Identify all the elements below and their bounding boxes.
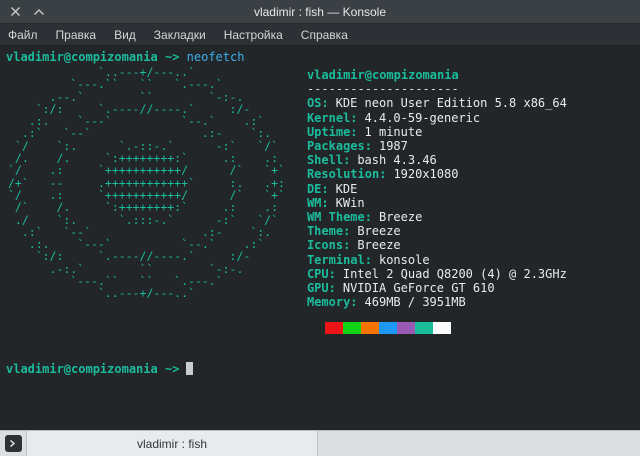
menu-view[interactable]: Вид	[114, 28, 136, 42]
palette-swatch	[306, 322, 325, 335]
palette-swatch	[342, 322, 361, 335]
neofetch-ascii-logo: `..---+/---..` `---.`` `` `.---.` .--.` …	[8, 65, 285, 301]
neofetch-row-wm: WM: KWin	[306, 195, 365, 210]
menu-file[interactable]: Файл	[8, 28, 38, 42]
palette-swatch	[432, 322, 451, 335]
tab-vladimir-fish[interactable]: vladimir : fish	[26, 431, 318, 456]
menu-bookmarks[interactable]: Закладки	[154, 28, 206, 42]
neofetch-row-wm-theme: WM Theme: Breeze	[306, 210, 423, 225]
neofetch-row-gpu: GPU: NVIDIA GeForce GT 610	[306, 281, 495, 296]
palette-swatch	[324, 322, 343, 335]
terminal-screen[interactable]: vladimir@compizomania ~> neofetch `..---…	[0, 46, 640, 430]
terminal-cursor	[186, 362, 194, 376]
neofetch-output: `..---+/---..` `---.`` `` `.---.` .--.` …	[6, 65, 634, 335]
neofetch-row-shell: Shell: bash 4.3.46	[306, 153, 437, 168]
neofetch-row-cpu: CPU: Intel 2 Quad Q8200 (4) @ 2.3GHz	[306, 266, 567, 281]
titlebar: vladimir : fish — Konsole	[0, 0, 640, 24]
tabbar: vladimir : fish	[0, 430, 640, 456]
neofetch-row-de: DE: KDE	[306, 181, 358, 196]
neofetch-row-os: OS: KDE neon User Edition 5.8 x86_64	[306, 96, 567, 111]
menu-settings[interactable]: Настройка	[224, 28, 283, 42]
window-title: vladimir : fish — Konsole	[253, 4, 387, 19]
terminal-app-icon	[4, 435, 22, 452]
palette-swatch	[396, 322, 415, 335]
konsole-window: vladimir : fish — Konsole Файл Правка Ви…	[0, 0, 640, 456]
keep-above-icon[interactable]	[30, 3, 48, 21]
neofetch-row-theme: Theme: Breeze	[306, 224, 401, 239]
palette-swatch	[360, 322, 379, 335]
neofetch-info: vladimir@compizomania ------------------…	[306, 66, 567, 335]
neofetch-header: vladimir@compizomania	[306, 68, 459, 82]
neofetch-row-memory: Memory: 469MB / 3951MB	[306, 295, 466, 310]
konsole-tab-icon[interactable]	[0, 431, 26, 456]
neofetch-row-icons: Icons: Breeze	[306, 238, 401, 253]
prompt-line-current: vladimir@compizomania ~>	[6, 362, 634, 377]
prompt-user-host: vladimir@compizomania	[6, 362, 158, 377]
prompt-user-host: vladimir@compizomania	[6, 50, 158, 64]
neofetch-row-resolution: Resolution: 1920x1080	[306, 167, 459, 182]
command-text: neofetch	[186, 50, 245, 64]
color-palette	[306, 322, 567, 335]
menubar: Файл Правка Вид Закладки Настройка Справ…	[0, 24, 640, 46]
tabbar-empty-area	[318, 431, 640, 456]
prompt-line: vladimir@compizomania ~> neofetch	[6, 50, 634, 65]
menu-edit[interactable]: Правка	[56, 28, 97, 42]
neofetch-row-packages: Packages: 1987	[306, 139, 408, 154]
neofetch-row-terminal: Terminal: konsole	[306, 252, 430, 267]
close-icon[interactable]	[6, 3, 24, 21]
menu-help[interactable]: Справка	[301, 28, 348, 42]
prompt-symbol: ~>	[164, 50, 180, 64]
prompt-symbol: ~>	[164, 362, 180, 377]
tab-label: vladimir : fish	[136, 436, 207, 451]
neofetch-row-kernel: Kernel: 4.4.0-59-generic	[306, 110, 481, 125]
neofetch-separator: ---------------------	[306, 82, 459, 97]
palette-swatch	[378, 322, 397, 335]
neofetch-row-uptime: Uptime: 1 minute	[306, 124, 423, 139]
palette-swatch	[414, 322, 433, 335]
